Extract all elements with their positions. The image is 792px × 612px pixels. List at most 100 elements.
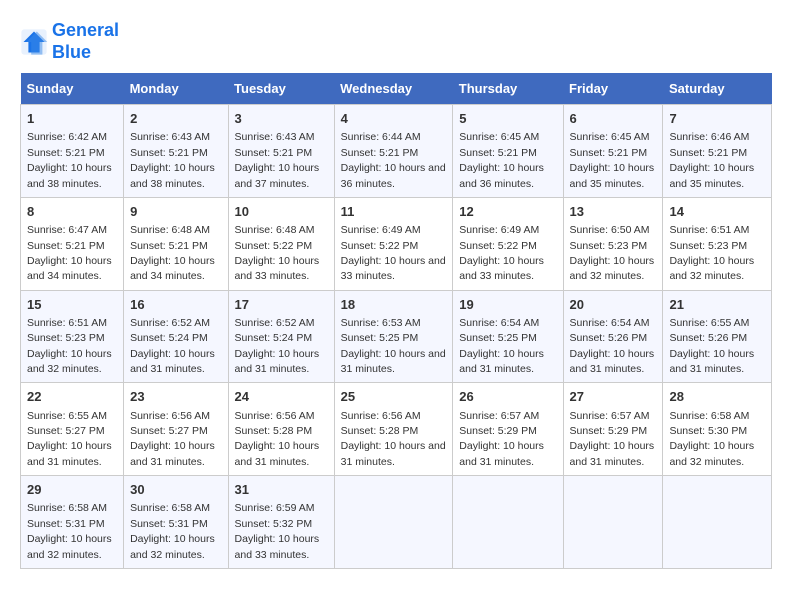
calendar-cell: 16 Sunrise: 6:52 AM Sunset: 5:24 PM Dayl…	[124, 290, 228, 383]
day-number: 6	[570, 110, 657, 128]
sunset-info: Sunset: 5:21 PM	[235, 147, 313, 159]
day-number: 8	[27, 203, 117, 221]
sunrise-info: Sunrise: 6:48 AM	[130, 224, 210, 236]
day-number: 29	[27, 481, 117, 499]
day-number: 27	[570, 388, 657, 406]
calendar-cell: 26 Sunrise: 6:57 AM Sunset: 5:29 PM Dayl…	[453, 383, 563, 476]
sunrise-info: Sunrise: 6:56 AM	[341, 410, 421, 422]
weekday-header-monday: Monday	[124, 73, 228, 105]
weekday-header-tuesday: Tuesday	[228, 73, 334, 105]
calendar-cell: 17 Sunrise: 6:52 AM Sunset: 5:24 PM Dayl…	[228, 290, 334, 383]
sunrise-info: Sunrise: 6:58 AM	[130, 502, 210, 514]
calendar-cell: 27 Sunrise: 6:57 AM Sunset: 5:29 PM Dayl…	[563, 383, 663, 476]
sunrise-info: Sunrise: 6:54 AM	[570, 317, 650, 329]
sunset-info: Sunset: 5:21 PM	[459, 147, 537, 159]
sunset-info: Sunset: 5:28 PM	[235, 425, 313, 437]
calendar-cell: 11 Sunrise: 6:49 AM Sunset: 5:22 PM Dayl…	[334, 197, 453, 290]
calendar-cell: 6 Sunrise: 6:45 AM Sunset: 5:21 PM Dayli…	[563, 105, 663, 198]
calendar-cell: 21 Sunrise: 6:55 AM Sunset: 5:26 PM Dayl…	[663, 290, 772, 383]
daylight-info: Daylight: 10 hours and 31 minutes.	[459, 348, 544, 375]
weekday-header-thursday: Thursday	[453, 73, 563, 105]
sunrise-info: Sunrise: 6:52 AM	[235, 317, 315, 329]
sunrise-info: Sunrise: 6:57 AM	[570, 410, 650, 422]
sunrise-info: Sunrise: 6:57 AM	[459, 410, 539, 422]
sunset-info: Sunset: 5:24 PM	[130, 332, 208, 344]
calendar-cell: 22 Sunrise: 6:55 AM Sunset: 5:27 PM Dayl…	[21, 383, 124, 476]
day-number: 16	[130, 296, 221, 314]
sunrise-info: Sunrise: 6:50 AM	[570, 224, 650, 236]
sunrise-info: Sunrise: 6:44 AM	[341, 131, 421, 143]
day-number: 31	[235, 481, 328, 499]
day-number: 2	[130, 110, 221, 128]
sunrise-info: Sunrise: 6:43 AM	[130, 131, 210, 143]
calendar-cell: 9 Sunrise: 6:48 AM Sunset: 5:21 PM Dayli…	[124, 197, 228, 290]
sunset-info: Sunset: 5:21 PM	[27, 147, 105, 159]
sunset-info: Sunset: 5:22 PM	[235, 240, 313, 252]
day-number: 1	[27, 110, 117, 128]
calendar-cell: 23 Sunrise: 6:56 AM Sunset: 5:27 PM Dayl…	[124, 383, 228, 476]
day-number: 17	[235, 296, 328, 314]
daylight-info: Daylight: 10 hours and 31 minutes.	[459, 440, 544, 467]
calendar-cell	[563, 476, 663, 569]
calendar-cell: 2 Sunrise: 6:43 AM Sunset: 5:21 PM Dayli…	[124, 105, 228, 198]
calendar-cell	[663, 476, 772, 569]
sunrise-info: Sunrise: 6:59 AM	[235, 502, 315, 514]
week-row-4: 22 Sunrise: 6:55 AM Sunset: 5:27 PM Dayl…	[21, 383, 772, 476]
daylight-info: Daylight: 10 hours and 31 minutes.	[570, 348, 655, 375]
sunset-info: Sunset: 5:21 PM	[669, 147, 747, 159]
daylight-info: Daylight: 10 hours and 36 minutes.	[341, 162, 446, 189]
sunset-info: Sunset: 5:27 PM	[130, 425, 208, 437]
day-number: 3	[235, 110, 328, 128]
sunrise-info: Sunrise: 6:55 AM	[669, 317, 749, 329]
sunset-info: Sunset: 5:31 PM	[27, 518, 105, 530]
calendar-cell	[334, 476, 453, 569]
daylight-info: Daylight: 10 hours and 31 minutes.	[669, 348, 754, 375]
weekday-header-saturday: Saturday	[663, 73, 772, 105]
calendar-cell: 19 Sunrise: 6:54 AM Sunset: 5:25 PM Dayl…	[453, 290, 563, 383]
sunset-info: Sunset: 5:29 PM	[459, 425, 537, 437]
sunset-info: Sunset: 5:22 PM	[341, 240, 419, 252]
daylight-info: Daylight: 10 hours and 34 minutes.	[27, 255, 112, 282]
sunrise-info: Sunrise: 6:47 AM	[27, 224, 107, 236]
sunrise-info: Sunrise: 6:55 AM	[27, 410, 107, 422]
calendar-cell: 28 Sunrise: 6:58 AM Sunset: 5:30 PM Dayl…	[663, 383, 772, 476]
sunrise-info: Sunrise: 6:42 AM	[27, 131, 107, 143]
calendar-cell: 8 Sunrise: 6:47 AM Sunset: 5:21 PM Dayli…	[21, 197, 124, 290]
calendar-cell: 18 Sunrise: 6:53 AM Sunset: 5:25 PM Dayl…	[334, 290, 453, 383]
daylight-info: Daylight: 10 hours and 32 minutes.	[669, 255, 754, 282]
daylight-info: Daylight: 10 hours and 33 minutes.	[235, 255, 320, 282]
calendar-cell: 24 Sunrise: 6:56 AM Sunset: 5:28 PM Dayl…	[228, 383, 334, 476]
sunset-info: Sunset: 5:21 PM	[130, 147, 208, 159]
day-number: 22	[27, 388, 117, 406]
daylight-info: Daylight: 10 hours and 33 minutes.	[235, 533, 320, 560]
daylight-info: Daylight: 10 hours and 38 minutes.	[130, 162, 215, 189]
daylight-info: Daylight: 10 hours and 33 minutes.	[459, 255, 544, 282]
logo-icon	[20, 28, 48, 56]
daylight-info: Daylight: 10 hours and 32 minutes.	[669, 440, 754, 467]
sunrise-info: Sunrise: 6:52 AM	[130, 317, 210, 329]
day-number: 30	[130, 481, 221, 499]
header-row: SundayMondayTuesdayWednesdayThursdayFrid…	[21, 73, 772, 105]
calendar-header: SundayMondayTuesdayWednesdayThursdayFrid…	[21, 73, 772, 105]
week-row-5: 29 Sunrise: 6:58 AM Sunset: 5:31 PM Dayl…	[21, 476, 772, 569]
sunset-info: Sunset: 5:26 PM	[570, 332, 648, 344]
sunset-info: Sunset: 5:25 PM	[341, 332, 419, 344]
sunrise-info: Sunrise: 6:58 AM	[27, 502, 107, 514]
daylight-info: Daylight: 10 hours and 31 minutes.	[341, 440, 446, 467]
calendar-cell: 12 Sunrise: 6:49 AM Sunset: 5:22 PM Dayl…	[453, 197, 563, 290]
weekday-header-wednesday: Wednesday	[334, 73, 453, 105]
sunrise-info: Sunrise: 6:51 AM	[27, 317, 107, 329]
sunset-info: Sunset: 5:23 PM	[669, 240, 747, 252]
day-number: 26	[459, 388, 556, 406]
week-row-1: 1 Sunrise: 6:42 AM Sunset: 5:21 PM Dayli…	[21, 105, 772, 198]
daylight-info: Daylight: 10 hours and 31 minutes.	[130, 348, 215, 375]
sunrise-info: Sunrise: 6:56 AM	[235, 410, 315, 422]
day-number: 5	[459, 110, 556, 128]
sunrise-info: Sunrise: 6:49 AM	[459, 224, 539, 236]
day-number: 20	[570, 296, 657, 314]
sunset-info: Sunset: 5:25 PM	[459, 332, 537, 344]
daylight-info: Daylight: 10 hours and 33 minutes.	[341, 255, 446, 282]
week-row-3: 15 Sunrise: 6:51 AM Sunset: 5:23 PM Dayl…	[21, 290, 772, 383]
calendar-body: 1 Sunrise: 6:42 AM Sunset: 5:21 PM Dayli…	[21, 105, 772, 569]
logo-text: General Blue	[52, 20, 119, 63]
